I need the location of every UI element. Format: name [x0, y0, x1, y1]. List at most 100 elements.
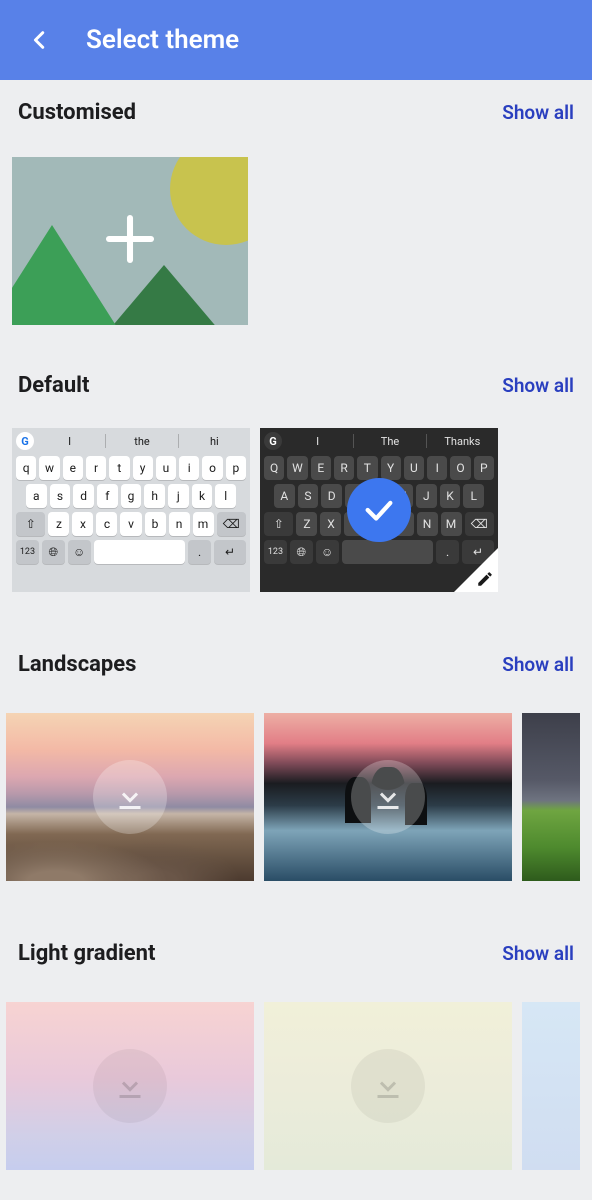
key: r — [86, 456, 106, 480]
key: n — [417, 512, 438, 536]
back-button[interactable] — [18, 18, 62, 62]
key: y — [381, 456, 401, 480]
key: b — [145, 512, 166, 536]
key: o — [450, 456, 470, 480]
suggestion-word: Thanks — [431, 435, 494, 448]
emoji-key: ☺ — [68, 540, 91, 564]
key: a — [274, 484, 295, 508]
key: z — [48, 512, 69, 536]
page-title: Select theme — [86, 25, 239, 55]
key-row: a s d f g h j k l — [12, 482, 250, 510]
key-row: 123 🌐︎ ☺ . ↵ — [12, 538, 250, 566]
key: d — [73, 484, 94, 508]
emoji-key: ☺ — [316, 540, 339, 564]
key: a — [26, 484, 47, 508]
section-header: Light gradient Show all — [12, 941, 580, 982]
enter-key: ↵ — [214, 540, 246, 564]
key: w — [287, 456, 307, 480]
backspace-key: ⌫ — [465, 512, 494, 536]
key: f — [97, 484, 118, 508]
key: l — [463, 484, 484, 508]
key: t — [357, 456, 377, 480]
space-key — [94, 540, 185, 564]
download-icon — [351, 1049, 425, 1123]
suggestion-bar: G I the hi — [12, 428, 250, 454]
show-all-light-gradient[interactable]: Show all — [502, 942, 574, 965]
key: p — [474, 456, 494, 480]
app-header: Select theme — [0, 0, 592, 80]
suggestion-word: I — [38, 435, 101, 448]
section-title-landscapes: Landscapes — [18, 652, 137, 677]
key: r — [334, 456, 354, 480]
backspace-key: ⌫ — [217, 512, 246, 536]
show-all-default[interactable]: Show all — [502, 374, 574, 397]
chevron-left-icon — [29, 29, 51, 51]
theme-gradient-pink[interactable] — [6, 1002, 254, 1170]
theme-landscape-beach[interactable] — [6, 713, 254, 881]
shift-key: ⇧ — [264, 512, 293, 536]
theme-landscape-field[interactable] — [522, 713, 580, 881]
period-key: . — [188, 540, 211, 564]
section-light-gradient: Light gradient Show all — [0, 891, 592, 1180]
key: i — [427, 456, 447, 480]
key: w — [39, 456, 59, 480]
key: x — [72, 512, 93, 536]
key: m — [193, 512, 214, 536]
show-all-customised[interactable]: Show all — [502, 101, 574, 124]
section-default: Default Show all G I the hi q w e r t y … — [0, 335, 592, 602]
section-customised: Customised Show all — [0, 80, 592, 335]
key: o — [202, 456, 222, 480]
key: v — [120, 512, 141, 536]
selected-check-icon — [347, 478, 411, 542]
globe-key: 🌐︎ — [42, 540, 65, 564]
section-title-light-gradient: Light gradient — [18, 941, 155, 966]
section-header: Landscapes Show all — [12, 652, 580, 693]
section-title-default: Default — [18, 373, 89, 398]
key: e — [63, 456, 83, 480]
download-icon — [351, 760, 425, 834]
numbers-key: 123 — [16, 540, 39, 564]
theme-gradient-cream[interactable] — [264, 1002, 512, 1170]
theme-default-light[interactable]: G I the hi q w e r t y u i o p a s — [12, 428, 250, 592]
key: y — [133, 456, 153, 480]
section-title-customised: Customised — [18, 100, 136, 125]
suggestion-word: the — [110, 435, 173, 448]
plus-icon — [102, 211, 158, 271]
key: s — [50, 484, 71, 508]
key: k — [192, 484, 213, 508]
key: g — [121, 484, 142, 508]
google-icon: G — [16, 432, 34, 450]
download-icon — [93, 760, 167, 834]
theme-gradient-blue[interactable] — [522, 1002, 580, 1170]
space-key — [342, 540, 433, 564]
key: t — [109, 456, 129, 480]
decor-sun — [170, 157, 248, 245]
key: p — [226, 456, 246, 480]
landscape-tiles — [6, 693, 580, 881]
key: d — [321, 484, 342, 508]
key: k — [440, 484, 461, 508]
pencil-icon — [476, 570, 494, 588]
suggestion-word: The — [358, 435, 421, 448]
key: m — [441, 512, 462, 536]
shift-key: ⇧ — [16, 512, 45, 536]
show-all-landscapes[interactable]: Show all — [502, 653, 574, 676]
key: u — [156, 456, 176, 480]
key: z — [296, 512, 317, 536]
add-custom-theme-tile[interactable] — [12, 157, 248, 325]
suggestion-bar: G I The Thanks — [260, 428, 498, 454]
gradient-tiles — [6, 982, 580, 1170]
theme-landscape-ice[interactable] — [264, 713, 512, 881]
key: e — [311, 456, 331, 480]
key: u — [404, 456, 424, 480]
theme-default-dark[interactable]: G I The Thanks q w e r t y u i o p a — [260, 428, 498, 592]
suggestion-word: I — [286, 435, 349, 448]
numbers-key: 123 — [264, 540, 287, 564]
section-header: Customised Show all — [12, 100, 580, 141]
key: h — [144, 484, 165, 508]
globe-key: 🌐︎ — [290, 540, 313, 564]
key: s — [298, 484, 319, 508]
google-icon: G — [264, 432, 282, 450]
section-landscapes: Landscapes Show all — [0, 602, 592, 891]
section-header: Default Show all — [12, 373, 580, 414]
